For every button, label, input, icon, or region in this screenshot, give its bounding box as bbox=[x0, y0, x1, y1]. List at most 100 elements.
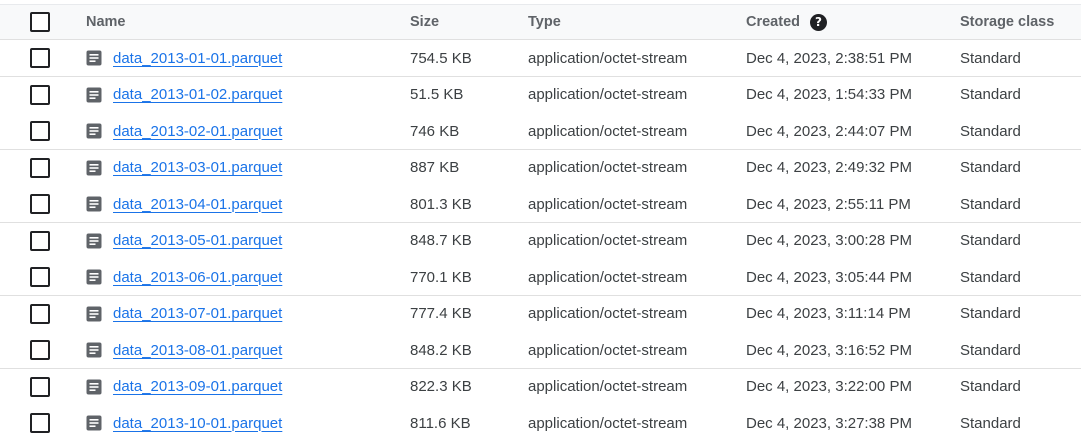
row-checkbox[interactable] bbox=[30, 48, 50, 68]
column-header-created-label: Created bbox=[746, 14, 800, 30]
file-storage-class: Standard bbox=[960, 268, 1021, 286]
file-size: 801.3 KB bbox=[410, 195, 472, 213]
file-name-link[interactable]: data_2013-01-01.parquet bbox=[113, 50, 282, 67]
file-type: application/octet-stream bbox=[528, 341, 688, 359]
file-document-icon bbox=[86, 269, 102, 285]
file-storage-class: Standard bbox=[960, 159, 1021, 176]
row-name-cell: data_2013-03-01.parquet bbox=[86, 150, 282, 186]
file-size: 754.5 KB bbox=[410, 49, 472, 67]
file-document-icon bbox=[86, 196, 102, 212]
file-type: application/octet-stream bbox=[528, 305, 688, 322]
file-name-link[interactable]: data_2013-04-01.parquet bbox=[113, 196, 282, 213]
row-checkbox[interactable] bbox=[30, 413, 50, 433]
file-name-link[interactable]: data_2013-03-01.parquet bbox=[113, 159, 282, 176]
column-header-type[interactable]: Type bbox=[528, 5, 561, 39]
file-type: application/octet-stream bbox=[528, 414, 688, 432]
row-name-cell: data_2013-06-01.parquet bbox=[86, 259, 282, 295]
row-checkbox[interactable] bbox=[30, 121, 50, 141]
file-name-link[interactable]: data_2013-01-02.parquet bbox=[113, 86, 282, 103]
file-storage-class: Standard bbox=[960, 341, 1021, 359]
file-storage-class: Standard bbox=[960, 122, 1021, 140]
row-checkbox[interactable] bbox=[30, 303, 50, 324]
file-document-icon bbox=[86, 342, 102, 358]
row-name-cell: data_2013-01-01.parquet bbox=[86, 40, 282, 76]
file-name-link[interactable]: data_2013-10-01.parquet bbox=[113, 415, 282, 432]
file-size: 848.2 KB bbox=[410, 341, 472, 359]
row-checkbox[interactable] bbox=[30, 84, 50, 105]
table-row: data_2013-09-01.parquet 822.3 KB applica… bbox=[0, 368, 1081, 406]
table-row: data_2013-04-01.parquet 801.3 KB applica… bbox=[0, 186, 1081, 223]
file-storage-class: Standard bbox=[960, 86, 1021, 103]
row-checkbox[interactable] bbox=[30, 340, 50, 360]
file-name-link[interactable]: data_2013-02-01.parquet bbox=[113, 123, 282, 140]
file-size: 777.4 KB bbox=[410, 305, 472, 322]
file-type: application/octet-stream bbox=[528, 122, 688, 140]
select-all-checkbox[interactable] bbox=[30, 12, 50, 32]
column-header-size[interactable]: Size bbox=[410, 5, 439, 39]
file-type: application/octet-stream bbox=[528, 232, 688, 249]
file-created: Dec 4, 2023, 3:27:38 PM bbox=[746, 414, 912, 432]
file-created: Dec 4, 2023, 3:22:00 PM bbox=[746, 378, 912, 395]
file-created: Dec 4, 2023, 2:55:11 PM bbox=[746, 195, 911, 213]
file-created: Dec 4, 2023, 1:54:33 PM bbox=[746, 86, 912, 103]
file-created: Dec 4, 2023, 2:49:32 PM bbox=[746, 159, 912, 176]
file-storage-class: Standard bbox=[960, 49, 1021, 67]
file-name-link[interactable]: data_2013-06-01.parquet bbox=[113, 269, 282, 286]
row-select-cell bbox=[30, 113, 50, 149]
help-circle-icon[interactable]: ? bbox=[810, 13, 827, 31]
column-header-storage-class[interactable]: Storage class bbox=[960, 5, 1054, 39]
row-select-cell bbox=[30, 150, 50, 186]
file-document-icon bbox=[86, 415, 102, 431]
table-row: data_2013-06-01.parquet 770.1 KB applica… bbox=[0, 259, 1081, 296]
row-select-cell bbox=[30, 369, 50, 405]
file-created: Dec 4, 2023, 3:11:14 PM bbox=[746, 305, 911, 322]
file-document-icon bbox=[86, 233, 102, 248]
table-row: data_2013-08-01.parquet 848.2 KB applica… bbox=[0, 332, 1081, 369]
row-checkbox[interactable] bbox=[30, 157, 50, 178]
row-name-cell: data_2013-01-02.parquet bbox=[86, 77, 282, 113]
row-select-cell bbox=[30, 40, 50, 76]
file-document-icon bbox=[86, 160, 102, 175]
file-document-icon bbox=[86, 123, 102, 139]
table-row: data_2013-05-01.parquet 848.7 KB applica… bbox=[0, 222, 1081, 260]
select-all-cell bbox=[30, 5, 50, 39]
column-header-name[interactable]: Name bbox=[86, 5, 126, 39]
table-row: data_2013-01-01.parquet 754.5 KB applica… bbox=[0, 40, 1081, 77]
file-storage-class: Standard bbox=[960, 305, 1021, 322]
row-select-cell bbox=[30, 405, 50, 441]
table-row: data_2013-03-01.parquet 887 KB applicati… bbox=[0, 149, 1081, 187]
file-name-link[interactable]: data_2013-08-01.parquet bbox=[113, 342, 282, 359]
file-type: application/octet-stream bbox=[528, 49, 688, 67]
file-size: 811.6 KB bbox=[410, 414, 471, 432]
file-size: 51.5 KB bbox=[410, 86, 464, 103]
file-document-icon bbox=[86, 50, 102, 66]
row-select-cell bbox=[30, 332, 50, 368]
file-storage-class: Standard bbox=[960, 378, 1021, 395]
file-name-link[interactable]: data_2013-07-01.parquet bbox=[113, 305, 282, 322]
file-size: 887 KB bbox=[410, 159, 460, 176]
table-row: data_2013-01-02.parquet 51.5 KB applicat… bbox=[0, 76, 1081, 114]
file-document-icon bbox=[86, 379, 102, 394]
row-checkbox[interactable] bbox=[30, 230, 50, 251]
row-checkbox[interactable] bbox=[30, 267, 50, 287]
file-document-icon bbox=[86, 306, 102, 321]
file-name-link[interactable]: data_2013-05-01.parquet bbox=[113, 232, 282, 249]
column-header-created[interactable]: Created ? bbox=[746, 5, 827, 39]
file-name-link[interactable]: data_2013-09-01.parquet bbox=[113, 378, 282, 395]
file-created: Dec 4, 2023, 2:38:51 PM bbox=[746, 49, 912, 67]
row-name-cell: data_2013-08-01.parquet bbox=[86, 332, 282, 368]
row-checkbox[interactable] bbox=[30, 376, 50, 397]
file-created: Dec 4, 2023, 3:00:28 PM bbox=[746, 232, 912, 249]
file-created: Dec 4, 2023, 3:16:52 PM bbox=[746, 341, 912, 359]
file-document-icon bbox=[86, 87, 102, 102]
file-size: 848.7 KB bbox=[410, 232, 472, 249]
file-size: 746 KB bbox=[410, 122, 460, 140]
file-type: application/octet-stream bbox=[528, 159, 688, 176]
row-checkbox[interactable] bbox=[30, 194, 50, 214]
file-created: Dec 4, 2023, 3:05:44 PM bbox=[746, 268, 912, 286]
row-select-cell bbox=[30, 223, 50, 259]
row-name-cell: data_2013-09-01.parquet bbox=[86, 369, 282, 405]
file-type: application/octet-stream bbox=[528, 378, 688, 395]
row-select-cell bbox=[30, 186, 50, 222]
file-type: application/octet-stream bbox=[528, 195, 688, 213]
